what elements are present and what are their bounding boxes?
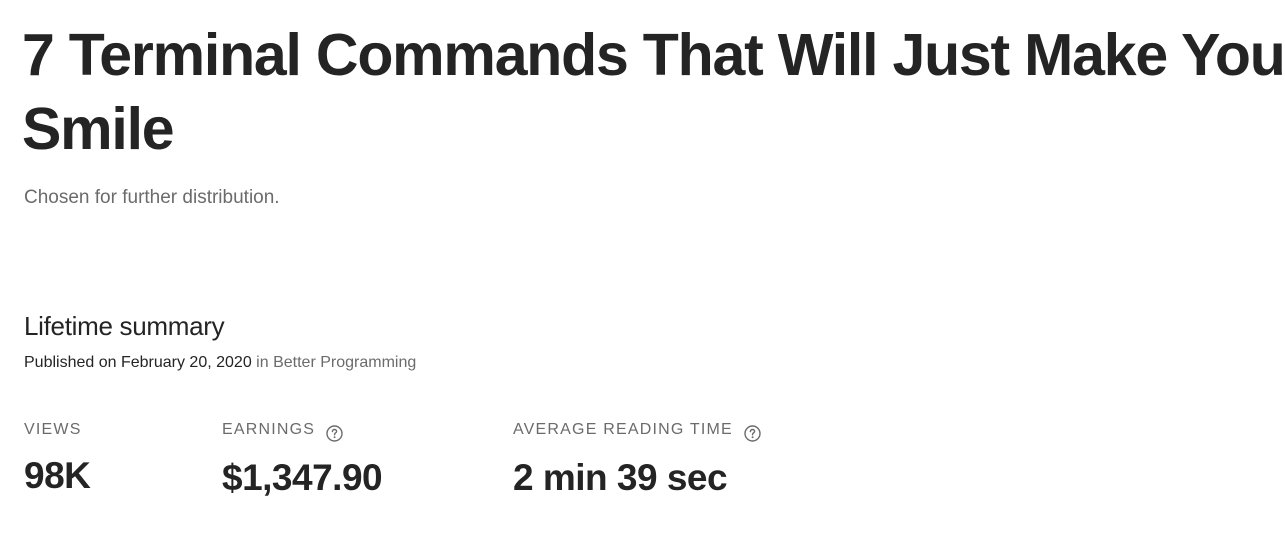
earnings-value: $1,347.90 [222,457,383,498]
earnings-help-icon[interactable] [326,424,343,442]
views-stat: VIEWS 98K [24,420,91,498]
views-label-text: VIEWS [24,421,82,438]
views-value: 98K [24,455,91,496]
reading-time-value: 2 min 39 sec [513,457,728,498]
reading-time-label: AVERAGE READING TIME [513,420,761,442]
distribution-note: Chosen for further distribution. [24,187,280,208]
reading-time-label-text: AVERAGE READING TIME [513,421,733,438]
published-in-label: in [256,354,269,371]
published-date: Published on February 20, 2020 [24,354,252,371]
earnings-label: EARNINGS [222,420,382,442]
publication-link[interactable]: Better Programming [273,354,416,371]
earnings-stat: EARNINGS $1,347.90 [222,420,383,500]
views-label: VIEWS [24,420,90,440]
earnings-label-text: EARNINGS [222,421,316,438]
published-info: Published on February 20, 2020 in Better… [24,352,416,374]
lifetime-summary-heading: Lifetime summary [24,311,225,341]
reading-time-stat: AVERAGE READING TIME 2 min 39 sec [513,420,761,500]
reading-time-help-icon[interactable] [744,424,761,442]
story-title: 7 Terminal Commands That Will Just Make … [22,22,1285,162]
